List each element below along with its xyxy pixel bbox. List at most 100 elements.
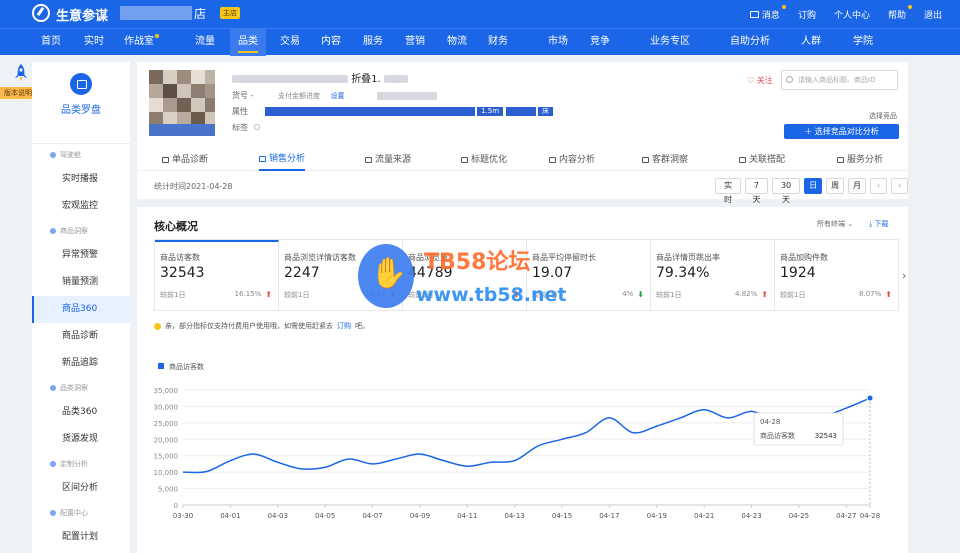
progress-setting-link[interactable]: 设置 (331, 92, 345, 100)
tooltip-label: 商品访客数 (760, 431, 795, 440)
nav-item[interactable]: 实时 (84, 29, 104, 56)
y-tick-label: 35,000 (154, 387, 179, 395)
x-tick-label: 04-05 (315, 512, 335, 520)
date-button[interactable]: 30天 (771, 178, 801, 204)
compare-button[interactable]: ＋ 选择竞品对比分析 (784, 124, 899, 139)
nav-item-label: 学院 (853, 36, 873, 47)
product-thumbnail[interactable] (149, 70, 215, 136)
notification-dot (155, 34, 159, 38)
sidebar-item[interactable]: 销量预测 (32, 269, 130, 296)
sidebar-item[interactable]: 区间分析 (32, 475, 130, 502)
product-tag-row: 标签 (232, 120, 553, 136)
sidebar-item[interactable]: 货源发现 (32, 426, 130, 453)
chevron-down-icon: ⌄ (847, 220, 854, 228)
tooltip-date: 04-28 (760, 418, 780, 426)
visitors-line-chart[interactable]: 商品访客数 0 5,000 10,000 15,000 20,000 25,000 30,00… (137, 357, 908, 553)
nav-item[interactable]: 学院 (853, 29, 873, 56)
nav-item[interactable]: 财务 (488, 29, 508, 56)
sidebar-group-label: 定制分析 (60, 460, 88, 468)
date-button[interactable]: 实时 (715, 178, 741, 204)
tab-5[interactable]: 客群洞察 (642, 149, 688, 171)
metric-compare-label: 较前1日 (160, 291, 186, 299)
nav-item-label: 营销 (405, 36, 425, 47)
metric-card[interactable]: 商品详情页跳出率 79.34% 较前1日 4.82% ⬆ (651, 240, 775, 310)
nav-item[interactable]: 品类 (230, 29, 266, 56)
tab-0[interactable]: 单品诊断 (162, 149, 208, 171)
date-button[interactable]: 月 (848, 178, 866, 194)
sidebar-item[interactable]: 商品诊断 (32, 323, 130, 350)
download-button[interactable]: ⤓ 下载 (869, 219, 888, 229)
top-menu-item[interactable]: 个人中心 (834, 8, 870, 21)
nav-item[interactable]: 内容 (321, 29, 341, 56)
tab-2[interactable]: 流量来源 (365, 149, 411, 171)
notice-subscribe-link[interactable]: 订购 (337, 321, 351, 331)
search-input[interactable]: 请输入商品标题、商品ID (781, 70, 898, 90)
sidebar-item[interactable]: 新品追踪 (32, 350, 130, 377)
metric-compare-label: 较前1日 (656, 291, 682, 299)
search-icon (786, 76, 793, 83)
nav-item[interactable]: 竞争 (590, 29, 610, 56)
nav-item[interactable]: 营销 (405, 29, 425, 56)
watermark: TB58论坛 www.tb58.net (358, 244, 618, 310)
nav-item[interactable]: 人群 (801, 29, 821, 56)
tab-4[interactable]: 内容分析 (549, 149, 595, 171)
tab-1[interactable]: 销售分析 (259, 149, 306, 171)
nav-item[interactable]: 业务专区 (650, 29, 690, 56)
notification-dot (781, 4, 786, 9)
top-menu-label: 帮助 (887, 10, 906, 21)
sidebar-item[interactable]: 商品360 (32, 296, 130, 323)
sidebar-item[interactable]: 异常预警 (32, 242, 130, 269)
top-menu-item[interactable]: 帮助 (887, 4, 912, 21)
sidebar-group: 商品洞察 (32, 220, 130, 242)
nav-item-label: 内容 (321, 36, 341, 47)
top-menu-item[interactable]: 退出 (924, 8, 942, 21)
nav-item[interactable]: 物流 (447, 29, 467, 56)
next-arrow-icon[interactable]: › (891, 178, 908, 194)
notice: 亲，部分指标仅支持付费用户使用哦，如需使用赶紧去 订购 吧。 (154, 321, 369, 331)
top-menu-item[interactable]: 订购 (798, 8, 816, 21)
tab-label: 内容分析 (559, 154, 596, 165)
nav-item[interactable]: 作战室 (124, 29, 159, 56)
nav-item[interactable]: 自助分析 (730, 29, 770, 56)
brand-name[interactable]: 生意参谋 (56, 5, 108, 24)
sidebar-item[interactable]: 实时播报 (32, 166, 130, 193)
tab-7[interactable]: 服务分析 (837, 149, 883, 171)
info-icon[interactable] (253, 124, 260, 130)
sidebar-item[interactable]: 品类360 (32, 399, 130, 426)
nav-item[interactable]: 服务 (363, 29, 383, 56)
product-id-label: 货号 - (232, 91, 254, 100)
nav-item[interactable]: 市场 (548, 29, 568, 56)
nav-item-label: 首页 (41, 36, 61, 47)
compare-label: 选择竞品 (869, 112, 897, 120)
version-notes-tag[interactable]: 版本说明 (0, 87, 36, 99)
nav-item[interactable]: 交易 (280, 29, 300, 56)
metric-card[interactable]: 商品加购件数 1924 较前1日 8.07% ⬆ (775, 240, 898, 310)
tab-3[interactable]: 标题优化 (461, 149, 507, 171)
date-range-buttons: 实时 7天 30天日周月 ‹ › (715, 178, 908, 204)
sidebar-header: 品类罗盘 (32, 73, 130, 144)
date-button[interactable]: 周 (826, 178, 845, 194)
sidebar-item[interactable]: 宏观监控 (32, 193, 130, 220)
notification-dot (907, 4, 912, 9)
group-icon (50, 461, 56, 467)
terminal-select[interactable]: 所有终端 ⌄ (817, 219, 853, 229)
rocket-icon[interactable] (14, 64, 28, 82)
prev-arrow-icon[interactable]: ‹ (870, 178, 887, 194)
nav-item-label: 流量 (195, 36, 215, 47)
shop-name-tail: 店 (194, 7, 207, 21)
follow-button[interactable]: ♡ 关注 (747, 75, 773, 86)
metric-value: 79.34% (656, 265, 710, 281)
sidebar-title[interactable]: 品类罗盘 (32, 101, 130, 116)
metric-label: 商品访客数 (160, 253, 200, 262)
tab-6[interactable]: 关联搭配 (739, 149, 785, 171)
nav-item[interactable]: 流量 (195, 29, 215, 56)
next-arrow-icon[interactable]: › (902, 269, 906, 282)
arrow-down-icon: ⬇ (637, 290, 644, 299)
metric-card[interactable]: 商品访客数 32543 较前1日 16.15% ⬆ (155, 240, 279, 310)
nav-item[interactable]: 首页 (41, 29, 61, 56)
date-button[interactable]: 7天 (744, 178, 768, 204)
date-button[interactable]: 日 (804, 178, 823, 194)
notice-icon (154, 322, 161, 330)
top-menu-item[interactable]: 消息 (749, 4, 786, 21)
sidebar-item[interactable]: 配置计划 (32, 524, 130, 551)
